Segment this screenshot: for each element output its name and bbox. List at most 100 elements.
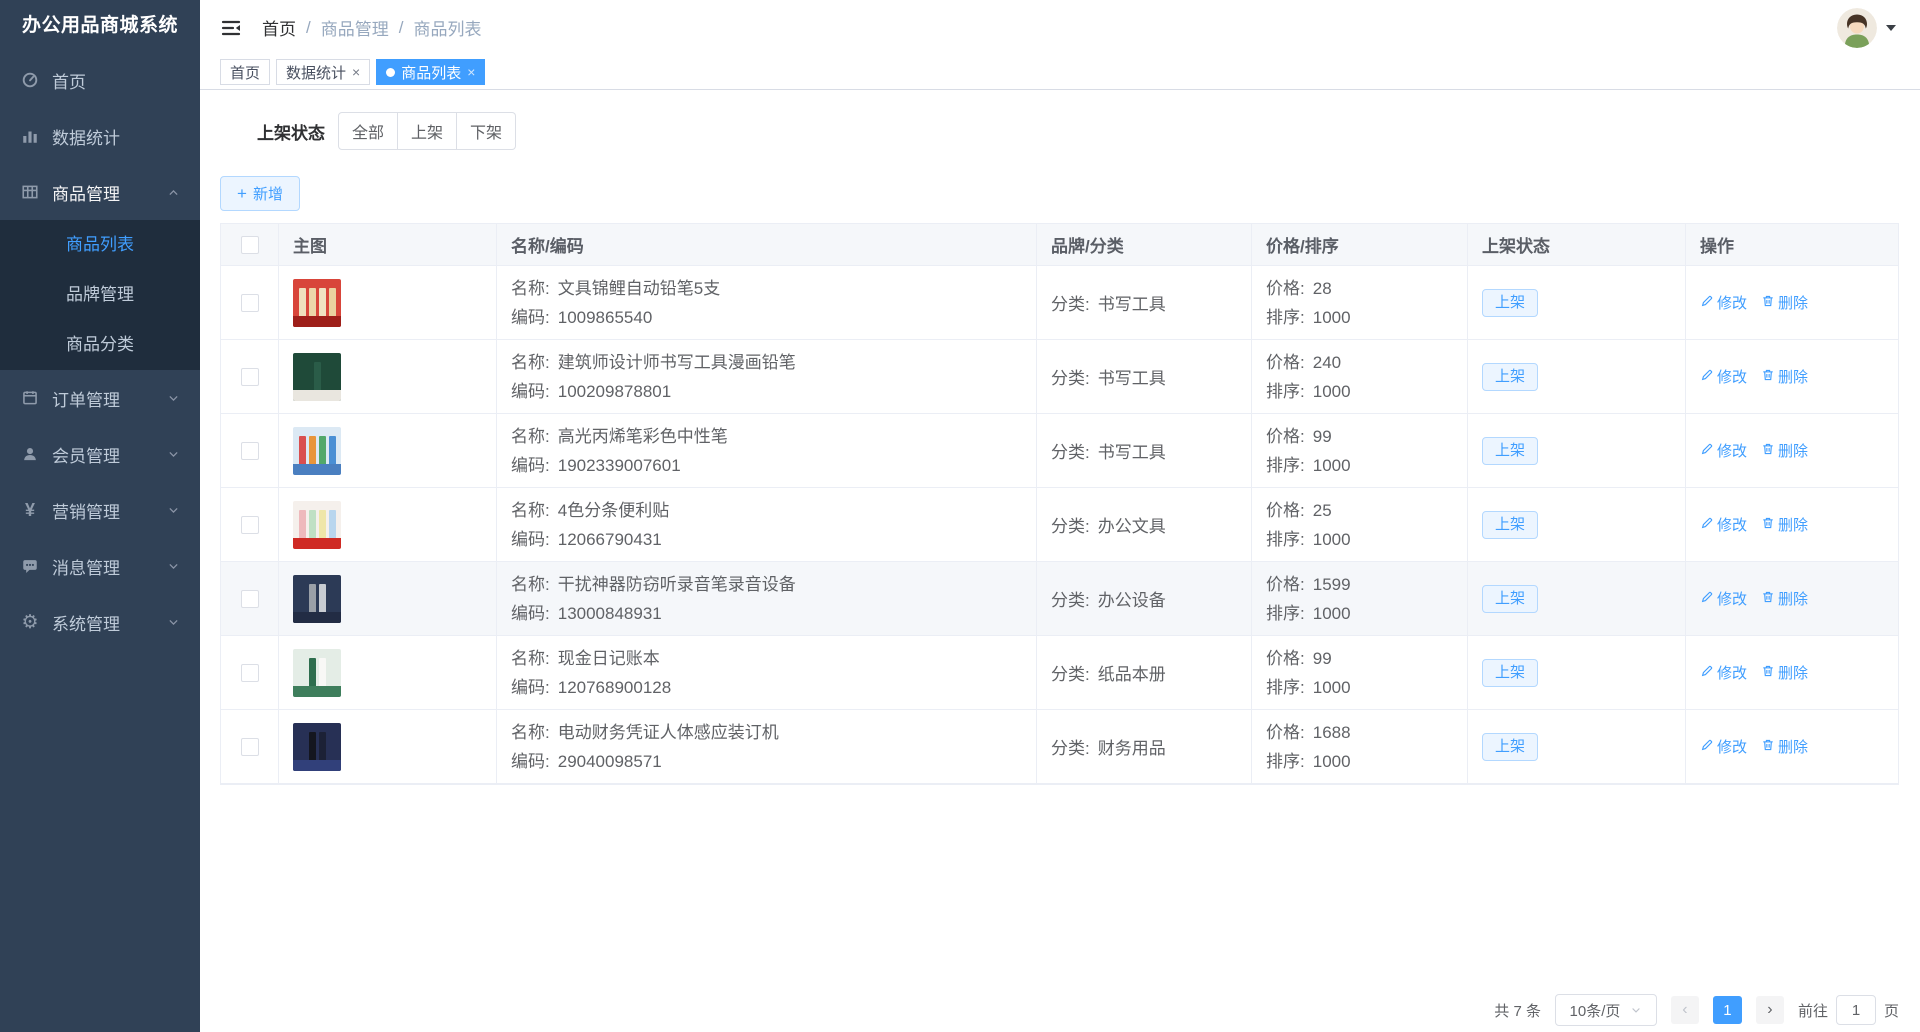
content-area: 上架状态 全部上架下架 + 新增 主图名称/编码品牌/分类价格/排序上架状态操作… (200, 90, 1920, 1032)
message-icon (20, 556, 40, 576)
goto-page-input[interactable] (1836, 995, 1876, 1025)
sidebar: 办公用品商城系统 首页数据统计商品管理商品列表品牌管理商品分类订单管理会员管理¥… (0, 0, 200, 1032)
edit-label: 修改 (1717, 736, 1747, 757)
close-icon[interactable]: × (352, 65, 360, 79)
status-badge[interactable]: 上架 (1482, 733, 1538, 761)
prev-page-button[interactable]: ‹ (1671, 996, 1699, 1024)
edit-link[interactable]: 修改 (1700, 366, 1747, 387)
close-icon[interactable]: × (467, 65, 475, 79)
edit-link[interactable]: 修改 (1700, 736, 1747, 757)
select-all-checkbox[interactable] (241, 236, 259, 254)
sidebar-item-首页[interactable]: 首页 (0, 52, 200, 108)
chevron-down-icon (1630, 1004, 1642, 1016)
delete-icon (1761, 590, 1775, 608)
delete-link[interactable]: 删除 (1761, 588, 1808, 609)
sidebar-subitem-品牌管理[interactable]: 品牌管理 (0, 270, 200, 320)
sidebar-item-系统管理[interactable]: ⚙系统管理 (0, 594, 200, 650)
delete-link[interactable]: 删除 (1761, 736, 1808, 757)
name-code-cell: 名称:文具锦鲤自动铅笔5支编码:1009865540 (497, 266, 1037, 340)
sidebar-item-订单管理[interactable]: 订单管理 (0, 370, 200, 426)
sidebar-item-商品管理[interactable]: 商品管理 (0, 164, 200, 220)
breadcrumb-item-首页[interactable]: 首页 (262, 15, 296, 40)
tab-数据统计[interactable]: 数据统计× (276, 59, 370, 85)
row-checkbox[interactable] (241, 294, 259, 312)
row-checkbox[interactable] (241, 368, 259, 386)
sidebar-item-会员管理[interactable]: 会员管理 (0, 426, 200, 482)
system-icon: ⚙ (20, 612, 40, 632)
sidebar-item-label: 订单管理 (52, 386, 120, 411)
delete-link[interactable]: 删除 (1761, 366, 1808, 387)
sidebar-collapse-icon[interactable] (220, 17, 242, 39)
table-row: 名称:电动财务凭证人体感应装订机编码:29040098571分类:财务用品价格:… (221, 710, 1898, 784)
sidebar-subitem-商品分类[interactable]: 商品分类 (0, 320, 200, 370)
row-checkbox[interactable] (241, 516, 259, 534)
field-label: 价格: (1266, 575, 1305, 594)
product-category: 书写工具 (1098, 369, 1166, 388)
delete-link[interactable]: 删除 (1761, 514, 1808, 535)
actions-cell: 修改删除 (1686, 562, 1898, 636)
add-button[interactable]: + 新增 (220, 176, 300, 211)
price-sort-cell: 价格:99排序:1000 (1252, 414, 1468, 488)
product-sort: 1000 (1313, 678, 1351, 697)
edit-label: 修改 (1717, 366, 1747, 387)
price-sort-cell: 价格:240排序:1000 (1252, 340, 1468, 414)
edit-label: 修改 (1717, 514, 1747, 535)
edit-link[interactable]: 修改 (1700, 514, 1747, 535)
product-price: 240 (1313, 353, 1341, 372)
category-cell: 分类:纸品本册 (1037, 636, 1252, 710)
delete-link[interactable]: 删除 (1761, 662, 1808, 683)
field-label: 分类: (1051, 443, 1090, 462)
filter-option-上架[interactable]: 上架 (398, 112, 457, 150)
topbar: 首页/商品管理/商品列表 (200, 0, 1920, 55)
status-badge[interactable]: 上架 (1482, 437, 1538, 465)
row-checkbox[interactable] (241, 590, 259, 608)
row-checkbox[interactable] (241, 664, 259, 682)
status-badge[interactable]: 上架 (1482, 585, 1538, 613)
field-label: 价格: (1266, 427, 1305, 446)
price-sort-cell: 价格:1599排序:1000 (1252, 562, 1468, 636)
sidebar-subitem-商品列表[interactable]: 商品列表 (0, 220, 200, 270)
delete-link[interactable]: 删除 (1761, 440, 1808, 461)
status-badge[interactable]: 上架 (1482, 511, 1538, 539)
tab-首页[interactable]: 首页 (220, 59, 270, 85)
tab-商品列表[interactable]: 商品列表× (376, 59, 485, 85)
row-checkbox[interactable] (241, 442, 259, 460)
page-size-select[interactable]: 10条/页 (1555, 994, 1657, 1026)
sidebar-item-消息管理[interactable]: 消息管理 (0, 538, 200, 594)
product-name: 干扰神器防窃听录音笔录音设备 (558, 575, 796, 594)
sidebar-item-label: 营销管理 (52, 498, 120, 523)
status-badge[interactable]: 上架 (1482, 659, 1538, 687)
product-code: 12066790431 (558, 530, 662, 549)
product-name: 文具锦鲤自动铅笔5支 (558, 279, 720, 298)
next-page-button[interactable]: › (1756, 996, 1784, 1024)
chevron-down-icon (167, 504, 180, 517)
avatar[interactable] (1837, 8, 1877, 48)
edit-link[interactable]: 修改 (1700, 588, 1747, 609)
thumbnail-cell (279, 636, 497, 710)
delete-link[interactable]: 删除 (1761, 292, 1808, 313)
sidebar-item-营销管理[interactable]: ¥ 营销管理 (0, 482, 200, 538)
product-thumbnail (293, 501, 341, 549)
row-checkbox-cell (221, 414, 279, 488)
delete-label: 删除 (1778, 736, 1808, 757)
field-label: 编码: (511, 456, 550, 475)
name-code-cell: 名称:现金日记账本编码:120768900128 (497, 636, 1037, 710)
row-checkbox[interactable] (241, 738, 259, 756)
sidebar-item-数据统计[interactable]: 数据统计 (0, 108, 200, 164)
edit-link[interactable]: 修改 (1700, 292, 1747, 313)
edit-icon (1700, 368, 1714, 386)
marketing-icon: ¥ (20, 500, 40, 520)
page-number-1[interactable]: 1 (1713, 996, 1742, 1024)
product-price: 25 (1313, 501, 1332, 520)
product-category: 财务用品 (1098, 739, 1166, 758)
product-category: 纸品本册 (1098, 665, 1166, 684)
edit-link[interactable]: 修改 (1700, 662, 1747, 683)
status-cell: 上架 (1468, 562, 1686, 636)
filter-option-下架[interactable]: 下架 (457, 112, 516, 150)
caret-down-icon[interactable] (1886, 25, 1896, 31)
edit-link[interactable]: 修改 (1700, 440, 1747, 461)
status-badge[interactable]: 上架 (1482, 363, 1538, 391)
filter-option-全部[interactable]: 全部 (338, 112, 398, 150)
status-badge[interactable]: 上架 (1482, 289, 1538, 317)
total-count: 共 7 条 (1494, 1000, 1541, 1021)
